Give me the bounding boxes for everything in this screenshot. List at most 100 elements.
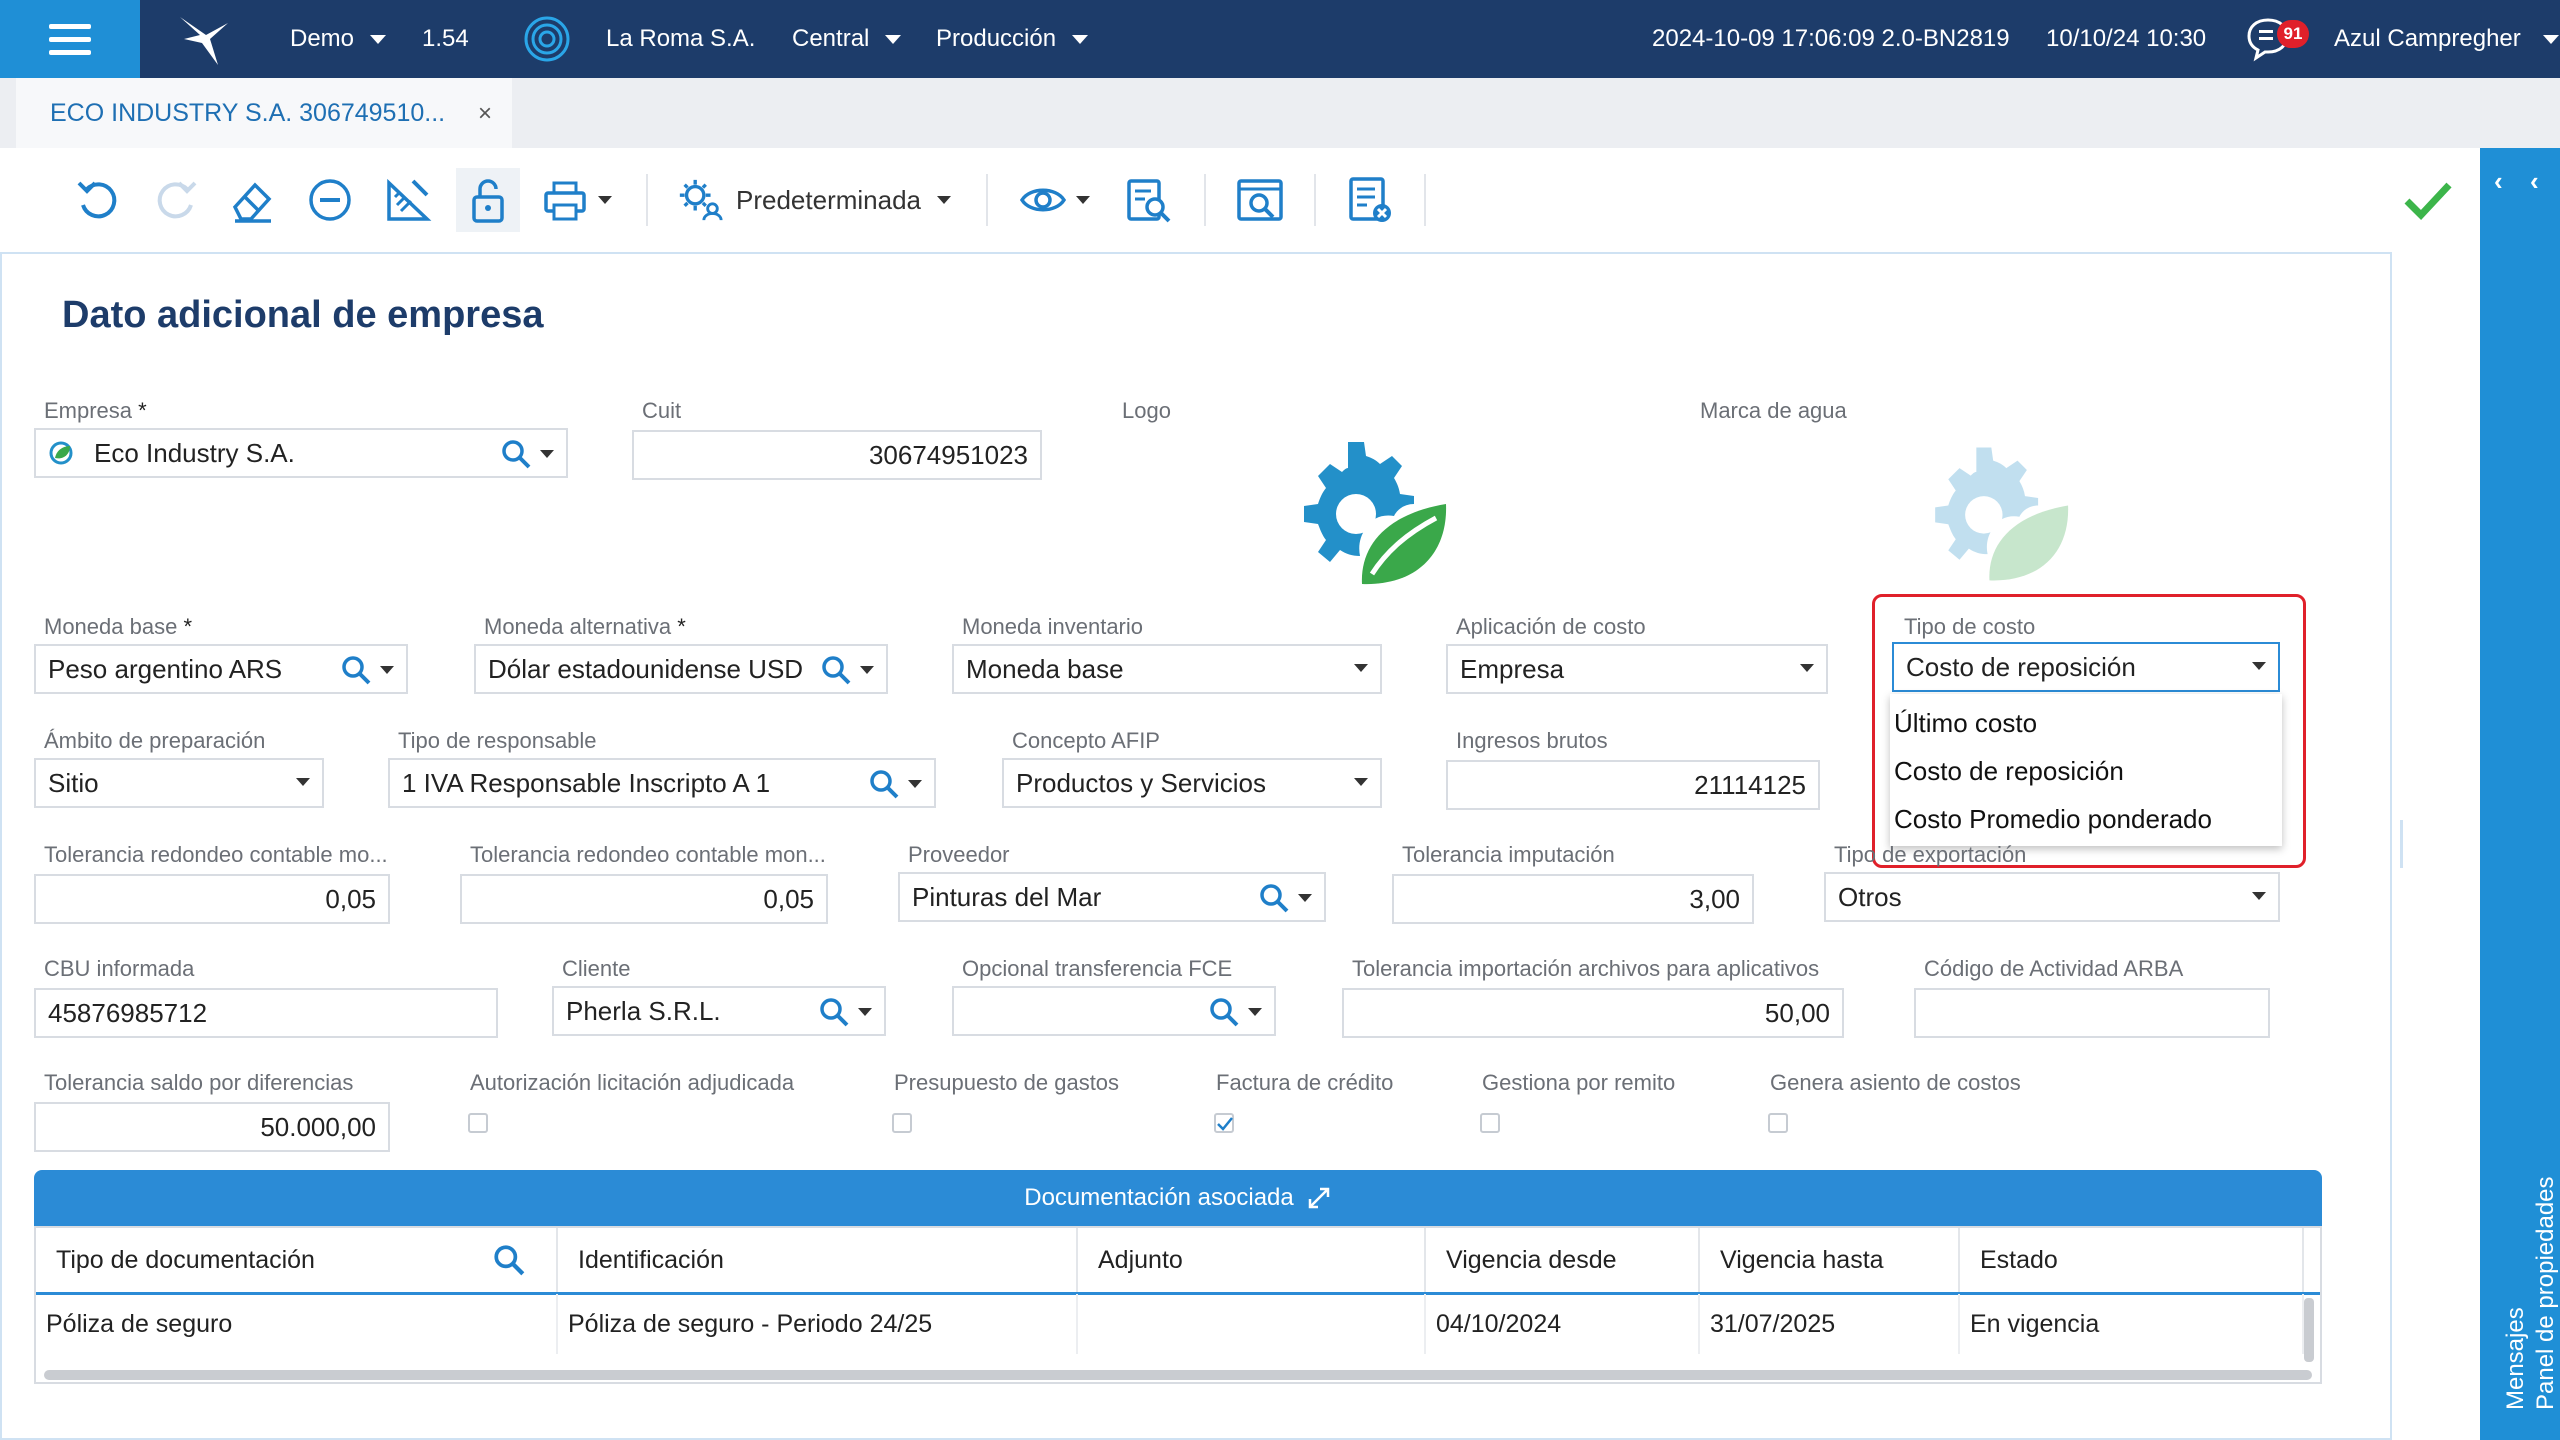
chevron-down-icon[interactable]: [2252, 892, 2266, 900]
column-header-estado[interactable]: Estado: [1960, 1228, 2304, 1292]
opcional-fce-field[interactable]: [952, 986, 1276, 1036]
proveedor-field[interactable]: Pinturas del Mar: [898, 872, 1326, 922]
search-icon[interactable]: [500, 438, 532, 470]
column-header-adjunto[interactable]: Adjunto: [1078, 1228, 1426, 1292]
cancel-list-button[interactable]: [1340, 168, 1400, 232]
redo-button[interactable]: [148, 168, 204, 232]
tol-redondeo-2-field[interactable]: 0,05: [460, 874, 828, 924]
company-selector[interactable]: La Roma S.A.: [606, 0, 755, 78]
tipo-costo-select[interactable]: Costo de reposición: [1892, 642, 2280, 692]
company-logo-image[interactable]: [1286, 434, 1452, 590]
chevron-down-icon[interactable]: [908, 780, 922, 788]
minus-circle-icon: [309, 179, 351, 221]
table-cell[interactable]: Póliza de seguro: [36, 1294, 558, 1354]
table-cell[interactable]: En vigencia: [1960, 1294, 2304, 1354]
table-cell[interactable]: 04/10/2024: [1426, 1294, 1700, 1354]
undo-button[interactable]: [70, 168, 126, 232]
logo-label: Logo: [1122, 398, 1171, 423]
moneda-inventario-select[interactable]: Moneda base: [952, 644, 1382, 694]
user-menu[interactable]: Azul Campregher: [2334, 0, 2559, 78]
tol-imputacion-field[interactable]: 3,00: [1392, 874, 1754, 924]
tab-eco-industry[interactable]: ECO INDUSTRY S.A. 306749510... ×: [16, 78, 512, 148]
panel-resize-handle[interactable]: [2400, 820, 2403, 868]
search-icon[interactable]: [1208, 996, 1240, 1028]
close-icon[interactable]: ×: [478, 100, 492, 128]
autorizacion-checkbox[interactable]: [468, 1113, 488, 1133]
advanced-search-button[interactable]: [1230, 168, 1290, 232]
factura-credito-checkbox[interactable]: [1214, 1113, 1234, 1133]
cuit-field[interactable]: 30674951023: [632, 430, 1042, 480]
messages-panel-toggle[interactable]: Mensajes: [2502, 1307, 2530, 1410]
search-icon[interactable]: [820, 654, 852, 686]
tol-redondeo-1-field[interactable]: 0,05: [34, 874, 390, 924]
branch-selector[interactable]: Central: [792, 0, 902, 78]
app-logo[interactable]: [176, 0, 232, 78]
eraser-icon: [232, 182, 272, 223]
column-header-identificacion[interactable]: Identificación: [558, 1228, 1078, 1292]
chevron-down-icon[interactable]: [296, 778, 310, 786]
remove-button[interactable]: [302, 168, 358, 232]
moneda-base-field[interactable]: Peso argentino ARS: [34, 644, 408, 694]
edit-button[interactable]: [380, 168, 436, 232]
chevron-down-icon[interactable]: [1354, 778, 1368, 786]
watermark-image[interactable]: [1918, 440, 2074, 586]
option-ultimo-costo[interactable]: Último costo: [1894, 708, 2037, 739]
vertical-scrollbar[interactable]: [2304, 1298, 2314, 1362]
chevron-down-icon: [598, 196, 612, 204]
view-selector[interactable]: Predeterminada: [676, 168, 956, 232]
search-icon[interactable]: [340, 654, 372, 686]
cbu-field[interactable]: 45876985712: [34, 988, 498, 1038]
chevron-down-icon[interactable]: [1354, 664, 1368, 672]
chevron-down-icon[interactable]: [540, 450, 554, 458]
chevron-left-icon[interactable]: ‹: [2494, 166, 2503, 197]
moneda-alternativa-field[interactable]: Dólar estadounidense USD: [474, 644, 888, 694]
ambito-select[interactable]: Sitio: [34, 758, 324, 808]
chevron-down-icon[interactable]: [380, 666, 394, 674]
search-icon[interactable]: [868, 768, 900, 800]
empresa-field[interactable]: Eco Industry S.A.: [34, 428, 568, 478]
aplicacion-costo-select[interactable]: Empresa: [1446, 644, 1828, 694]
unlock-button[interactable]: [456, 168, 520, 232]
module-selector[interactable]: Producción: [936, 0, 1089, 78]
document-search-button[interactable]: [1118, 168, 1178, 232]
preview-button[interactable]: [1014, 168, 1094, 232]
codigo-arba-field[interactable]: [1914, 988, 2270, 1038]
presupuesto-checkbox[interactable]: [892, 1113, 912, 1133]
chevron-down-icon[interactable]: [1248, 1008, 1262, 1016]
option-costo-promedio[interactable]: Costo Promedio ponderado: [1894, 804, 2212, 835]
column-header-tipo[interactable]: Tipo de documentación: [36, 1228, 558, 1292]
search-icon[interactable]: [492, 1243, 526, 1277]
chevron-down-icon[interactable]: [1298, 894, 1312, 902]
chevron-down-icon[interactable]: [860, 666, 874, 674]
environment-selector[interactable]: Demo: [290, 0, 387, 78]
menu-button[interactable]: [0, 0, 140, 78]
cliente-field[interactable]: Pherla S.R.L.: [552, 986, 886, 1036]
chevron-down-icon[interactable]: [858, 1008, 872, 1016]
chevron-down-icon[interactable]: [2252, 662, 2266, 670]
chevron-left-icon[interactable]: ‹: [2530, 166, 2539, 197]
table-cell[interactable]: [1078, 1294, 1426, 1354]
properties-panel-toggle[interactable]: Panel de propiedades: [2532, 1176, 2560, 1410]
tipo-exportacion-select[interactable]: Otros: [1824, 872, 2280, 922]
remito-checkbox[interactable]: [1480, 1113, 1500, 1133]
print-button[interactable]: [536, 168, 616, 232]
column-header-vigencia-desde[interactable]: Vigencia desde: [1426, 1228, 1700, 1292]
confirm-button[interactable]: [2396, 168, 2460, 232]
chevron-down-icon[interactable]: [1800, 664, 1814, 672]
tol-saldo-field[interactable]: 50.000,00: [34, 1102, 390, 1152]
clear-button[interactable]: [224, 168, 280, 232]
horizontal-scrollbar[interactable]: [44, 1370, 2312, 1380]
asiento-costos-checkbox[interactable]: [1768, 1113, 1788, 1133]
column-header-vigencia-hasta[interactable]: Vigencia hasta: [1700, 1228, 1960, 1292]
search-icon[interactable]: [1258, 882, 1290, 914]
option-costo-reposicion[interactable]: Costo de reposición: [1894, 756, 2124, 787]
view-label: Predeterminada: [736, 184, 921, 215]
expand-icon[interactable]: [1306, 1185, 1332, 1211]
ingresos-brutos-field[interactable]: 21114125: [1446, 760, 1820, 810]
tol-importacion-field[interactable]: 50,00: [1342, 988, 1844, 1038]
tipo-responsable-field[interactable]: 1 IVA Responsable Inscripto A 1: [388, 758, 936, 808]
search-icon[interactable]: [818, 996, 850, 1028]
table-cell[interactable]: Póliza de seguro - Periodo 24/25: [558, 1294, 1078, 1354]
table-cell[interactable]: 31/07/2025: [1700, 1294, 1960, 1354]
concepto-afip-select[interactable]: Productos y Servicios: [1002, 758, 1382, 808]
